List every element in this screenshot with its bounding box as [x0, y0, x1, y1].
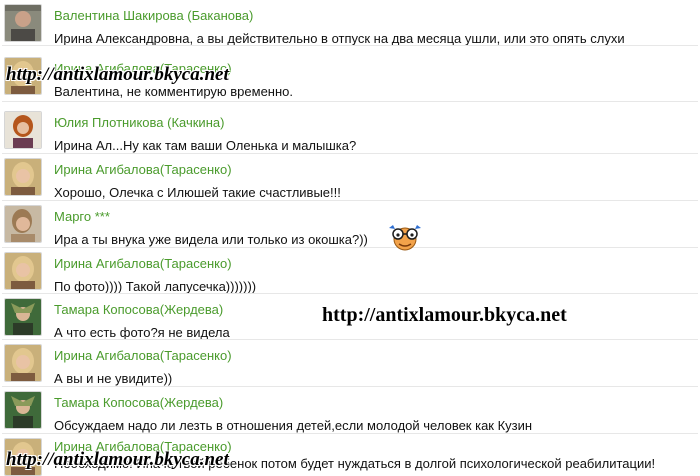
- watermark-middle: http://antixlamour.bkyca.net: [322, 304, 567, 326]
- divider: [2, 45, 698, 46]
- divider: [2, 101, 698, 102]
- avatar[interactable]: [4, 205, 42, 243]
- avatar[interactable]: [4, 4, 42, 42]
- comment-text: По фото)))) Такой лапусечка))))))): [54, 279, 257, 294]
- comment-author[interactable]: Валентина Шакирова (Баканова): [54, 8, 253, 23]
- watermark-top: http://antixlamour.bkyca.net: [6, 64, 229, 85]
- avatar[interactable]: [4, 298, 42, 336]
- comment-author[interactable]: Марго ***: [54, 209, 110, 224]
- comment-item: Марго *** Ира а ты внука уже видела или …: [0, 201, 700, 248]
- avatar[interactable]: [4, 111, 42, 149]
- comment-text: Ира а ты внука уже видела или только из …: [54, 232, 368, 247]
- comment-text: Ирина Ал...Ну как там ваши Оленька и мал…: [54, 138, 357, 153]
- comment-author[interactable]: Тамара Копосова(Жердева): [54, 302, 223, 317]
- comment-text: Валентина, не комментирую временно.: [54, 84, 294, 99]
- avatar[interactable]: [4, 252, 42, 290]
- comment-text: А что есть фото?я не видела: [54, 325, 230, 340]
- comment-text: А вы и не увидите)): [54, 371, 173, 386]
- comment-item: Ирина Агибалова(Тарасенко) А вы и не уви…: [0, 340, 700, 387]
- comment-author[interactable]: Ирина Агибалова(Тарасенко): [54, 348, 232, 363]
- avatar[interactable]: [4, 391, 42, 429]
- comment-item: Тамара Копосова(Жердева) Обсуждаем надо …: [0, 387, 700, 434]
- comment-item: Валентина Шакирова (Баканова) Ирина Алек…: [0, 0, 700, 46]
- comment-author[interactable]: Ирина Агибалова(Тарасенко): [54, 162, 232, 177]
- avatar[interactable]: [4, 344, 42, 382]
- comment-text: Ирина Александровна, а вы действительно …: [54, 31, 625, 46]
- comment-text: Хорошо, Олечка с Илюшей такие счастливые…: [54, 185, 341, 200]
- comment-author[interactable]: Ирина Агибалова(Тарасенко): [54, 256, 232, 271]
- comment-text: Обсуждаем надо ли лезть в отношения дете…: [54, 418, 533, 433]
- watermark-bottom: http://antixlamour.bkyca.net: [6, 449, 229, 470]
- avatar[interactable]: [4, 158, 42, 196]
- comment-item: Ирина Агибалова(Тарасенко) По фото)))) Т…: [0, 248, 700, 294]
- comment-item: Ирина Агибалова(Тарасенко) Хорошо, Олечк…: [0, 154, 700, 201]
- comment-author[interactable]: Юлия Плотникова (Качкина): [54, 115, 224, 130]
- glasses-smiley-icon: [386, 222, 424, 257]
- comment-item: Юлия Плотникова (Качкина) Ирина Ал...Ну …: [0, 107, 700, 154]
- comment-author[interactable]: Тамара Копосова(Жердева): [54, 395, 223, 410]
